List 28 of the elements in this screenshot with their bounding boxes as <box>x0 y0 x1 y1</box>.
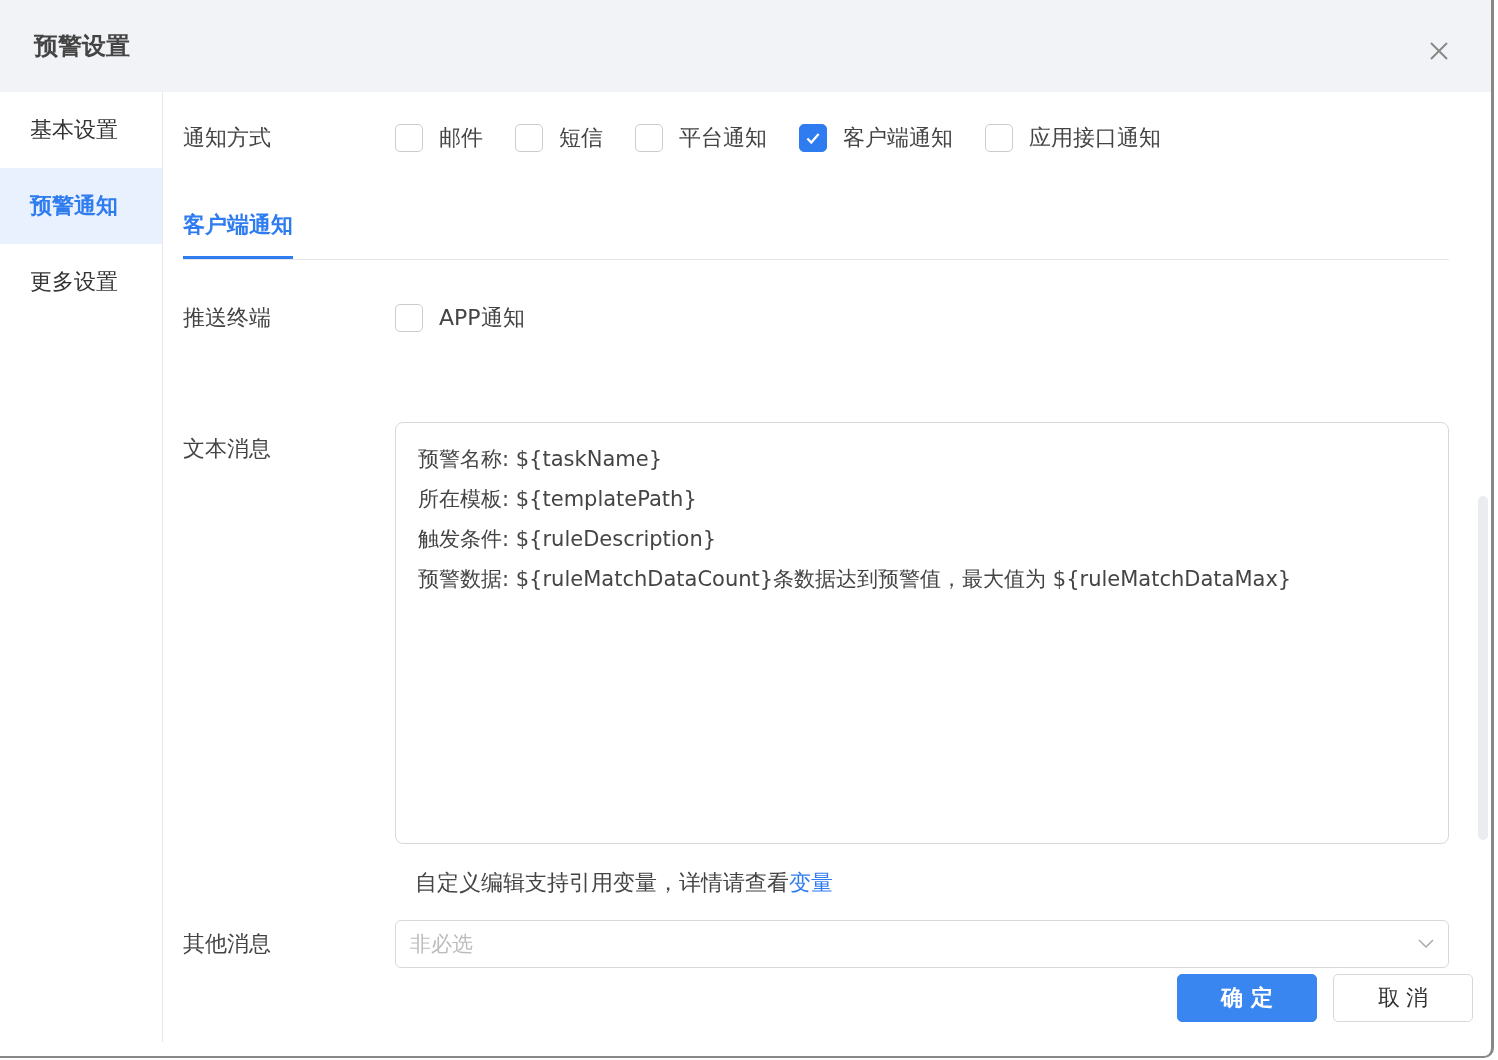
chevron-down-icon <box>1418 939 1434 949</box>
checkbox[interactable] <box>515 124 543 152</box>
close-icon[interactable] <box>1429 41 1449 61</box>
field-label: 推送终端 <box>183 304 272 332</box>
message-field[interactable]: 预警名称: ${taskName} 所在模板: ${templatePath} 触发条件: ${ruleDescription} 预警数据: ${ruleMatchDataCount}条数据达到预警值，最大值为 ${ruleMatchDataMax} <box>395 422 1449 844</box>
sidebar-item[interactable]: 基本设置 <box>0 92 162 168</box>
tab[interactable]: 客户端通知 <box>183 196 293 259</box>
sidebar-item[interactable]: 预警通知 <box>0 168 162 244</box>
checkbox[interactable] <box>799 124 827 152</box>
checkbox-label: APP通知 <box>439 304 525 332</box>
checkbox-label: 短信 <box>559 124 603 152</box>
dialog-title: 预警设置 <box>34 31 130 62</box>
checkbox[interactable] <box>395 124 423 152</box>
cancel-button[interactable]: 取 消 <box>1333 974 1473 1022</box>
checkbox[interactable] <box>635 124 663 152</box>
confirm-button[interactable]: 确 定 <box>1177 974 1317 1022</box>
field-label: 文本消息 <box>183 435 272 463</box>
checkbox-label: 邮件 <box>439 124 483 152</box>
checkbox[interactable] <box>395 304 423 332</box>
field-label: 其他消息 <box>183 930 272 958</box>
field-label: 通知方式 <box>183 124 272 152</box>
checkbox-label: 平台通知 <box>679 124 767 152</box>
checkbox-label: 应用接口通知 <box>1029 124 1161 152</box>
hint-text: 自定义编辑支持引用变量，详情请查看变量 <box>415 870 833 895</box>
checkbox[interactable] <box>985 124 1013 152</box>
checkbox-label: 客户端通知 <box>843 124 953 152</box>
sidebar-item[interactable]: 更多设置 <box>0 244 162 320</box>
variable-link[interactable]: 变量 <box>789 870 833 895</box>
